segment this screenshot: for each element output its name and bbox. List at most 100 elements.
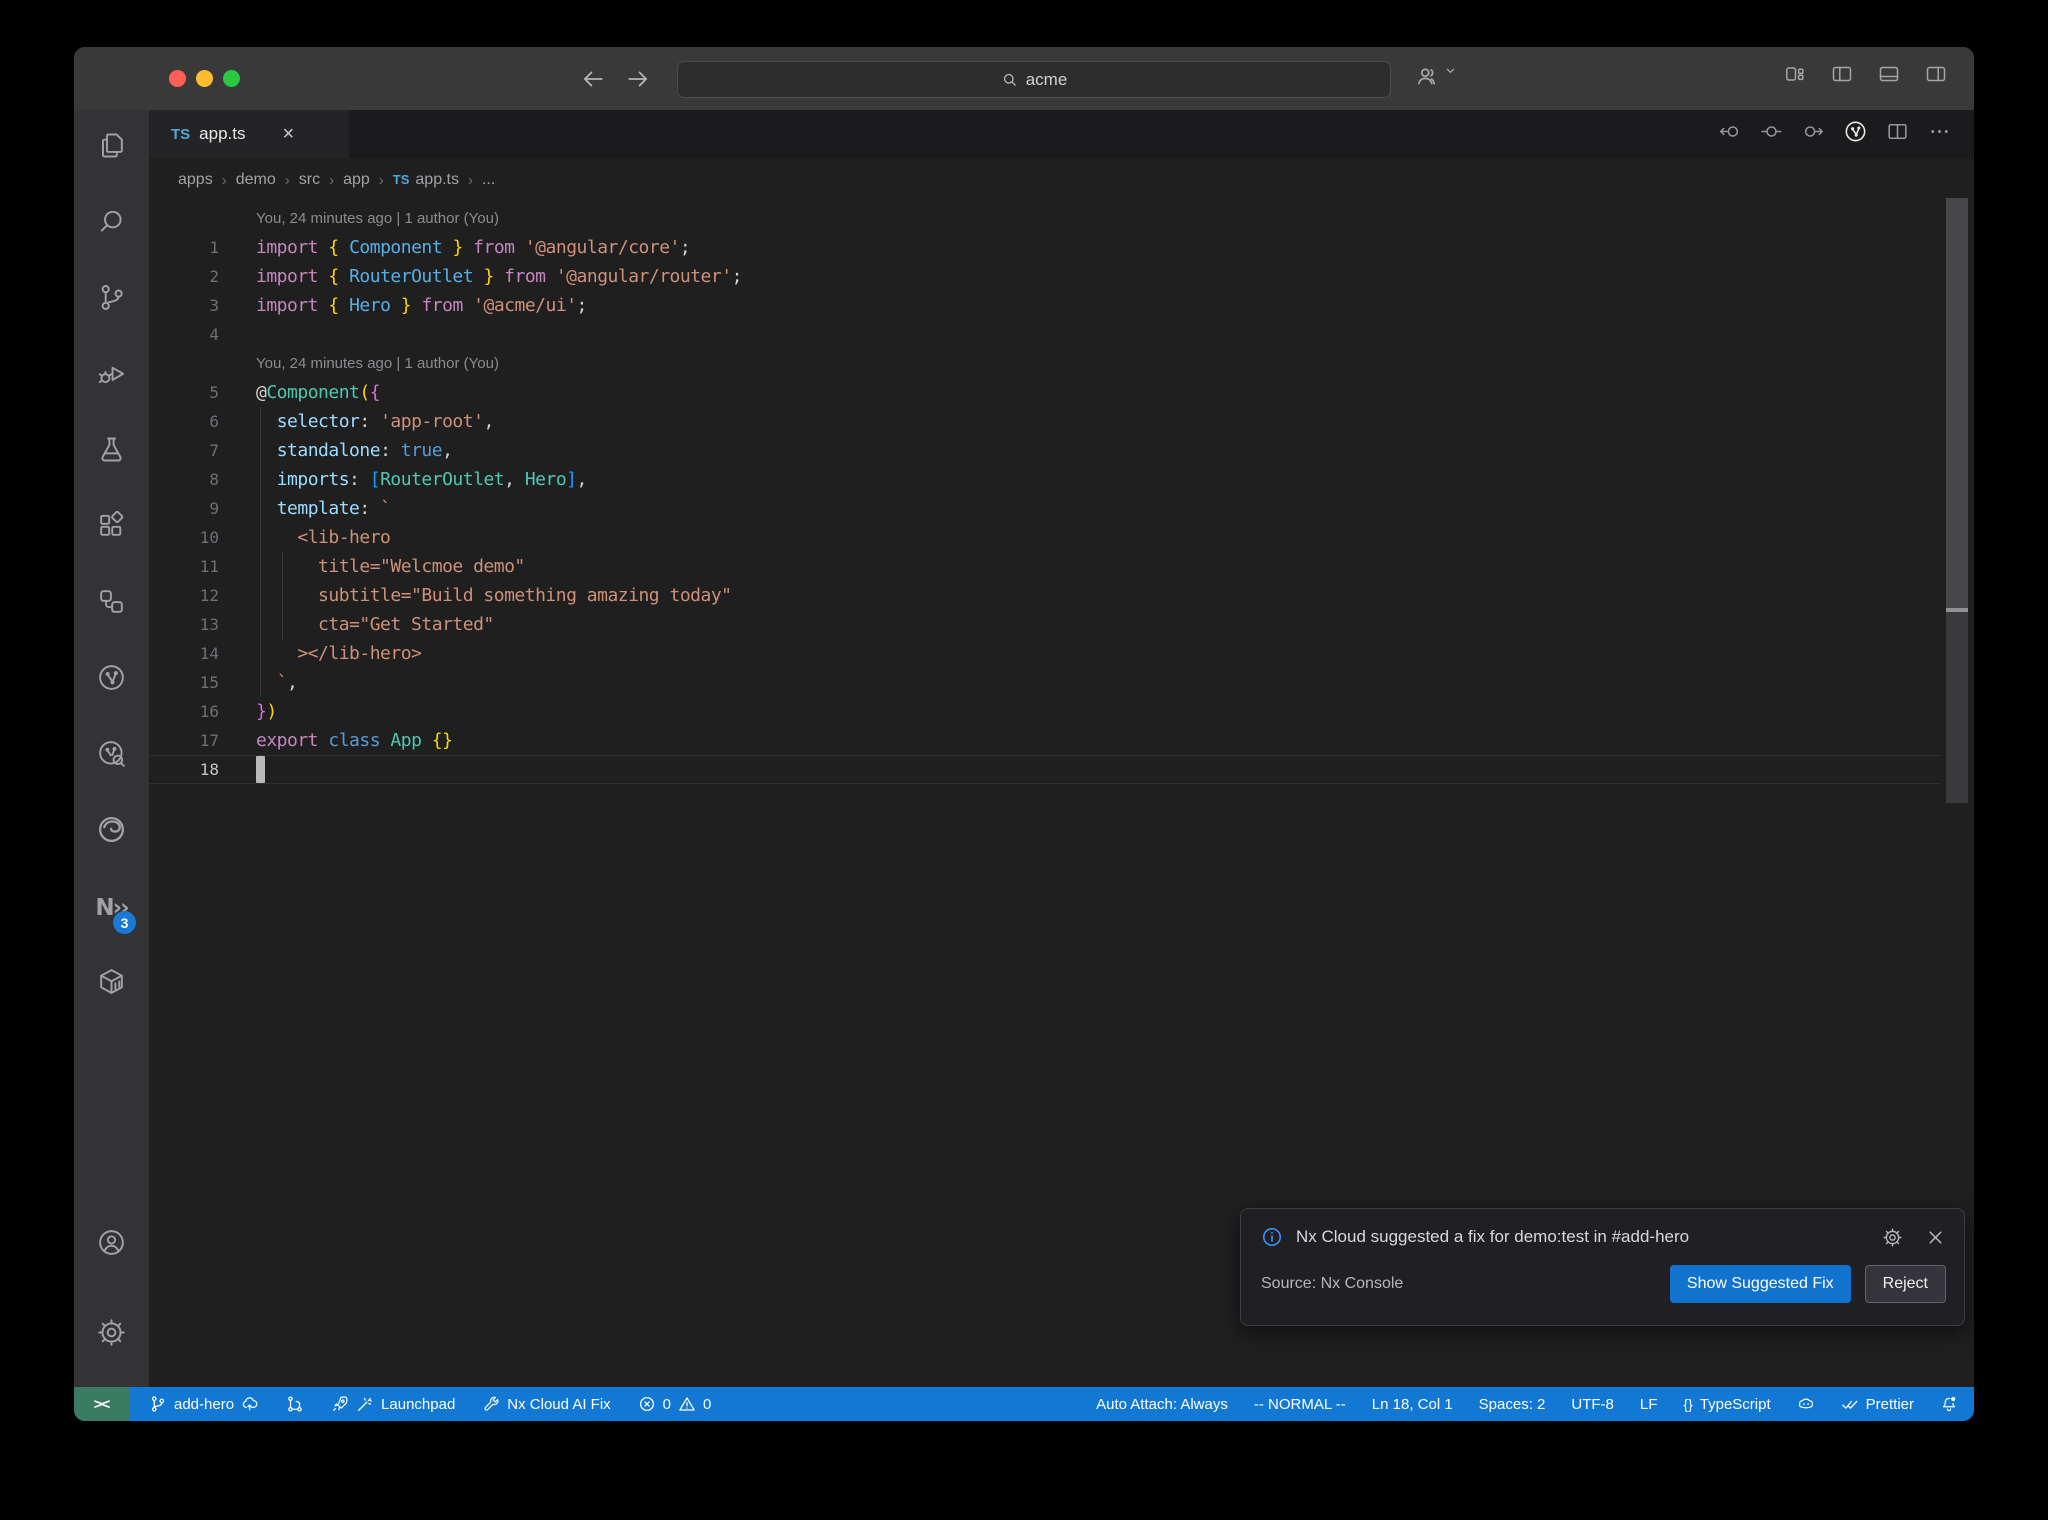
code-line-8[interactable]: 8 imports: [RouterOutlet, Hero], xyxy=(149,465,1940,494)
code-line-7[interactable]: 7 standalone: true, xyxy=(149,436,1940,465)
line-number[interactable]: 14 xyxy=(149,639,219,668)
line-number[interactable]: 12 xyxy=(149,581,219,610)
line-number[interactable]: 2 xyxy=(149,262,219,291)
code-line-18[interactable]: 18 xyxy=(149,755,1940,784)
status-indentation[interactable]: Spaces: 2 xyxy=(1479,1396,1546,1413)
status-nx-cloud-ai-fix[interactable]: Nx Cloud AI Fix xyxy=(482,1395,611,1413)
editor-scrollbar[interactable] xyxy=(1946,158,1968,1387)
code-line-5[interactable]: 5 @Component({ xyxy=(149,378,1940,407)
nav-back-icon[interactable] xyxy=(1717,119,1742,149)
code-line-11[interactable]: 11 title="Welcmoe demo" xyxy=(149,552,1940,581)
status-git-branch[interactable]: add-hero xyxy=(149,1395,259,1413)
nav-forward-icon[interactable] xyxy=(1801,119,1826,149)
code-line-13[interactable]: 13 cta="Get Started" xyxy=(149,610,1940,639)
breadcrumb-item-apps[interactable]: apps xyxy=(178,171,213,189)
line-number[interactable]: 4 xyxy=(149,320,219,349)
line-number[interactable]: 6 xyxy=(149,407,219,436)
toggle-panel-left-icon[interactable] xyxy=(1830,62,1854,86)
git-blame-annotation: You, 24 minutes ago | 1 author (You) xyxy=(149,349,1940,378)
line-number[interactable]: 15 xyxy=(149,668,219,697)
status-cursor-position[interactable]: Ln 18, Col 1 xyxy=(1372,1396,1453,1413)
reject-button[interactable]: Reject xyxy=(1864,1265,1946,1303)
activity-item-explorer[interactable] xyxy=(74,110,149,186)
status-encoding[interactable]: UTF-8 xyxy=(1571,1396,1614,1413)
more-actions-icon[interactable] xyxy=(1927,119,1952,149)
activity-item-testing[interactable] xyxy=(74,414,149,490)
line-number[interactable]: 3 xyxy=(149,291,219,320)
zoom-window-button[interactable] xyxy=(223,70,240,87)
line-number[interactable]: 18 xyxy=(149,755,219,784)
code-line-4[interactable]: 4 xyxy=(149,320,1940,349)
code-editor[interactable]: You, 24 minutes ago | 1 author (You) 1 imp… xyxy=(149,204,1940,784)
status-problems[interactable]: 00 xyxy=(638,1395,711,1413)
breadcrumb-item-demo[interactable]: demo xyxy=(236,171,276,189)
status-language-mode[interactable]: {} TypeScript xyxy=(1683,1396,1770,1413)
code-line-2[interactable]: 2 import { RouterOutlet } from '@angular/… xyxy=(149,262,1940,291)
line-number[interactable]: 7 xyxy=(149,436,219,465)
activity-item-run-debug[interactable] xyxy=(74,338,149,414)
activity-item-nx-project-search[interactable] xyxy=(74,718,149,794)
line-number[interactable]: 17 xyxy=(149,726,219,755)
close-window-button[interactable] xyxy=(169,70,186,87)
scrollbar-thumb[interactable] xyxy=(1946,198,1968,608)
code-line-6[interactable]: 6 selector: 'app-root', xyxy=(149,407,1940,436)
nav-current-icon[interactable] xyxy=(1759,119,1784,149)
breadcrumb-item-app[interactable]: app xyxy=(343,171,370,189)
status-git-graph[interactable] xyxy=(286,1395,304,1413)
history-forward-button[interactable] xyxy=(625,66,651,92)
line-number[interactable]: 10 xyxy=(149,523,219,552)
code-line-9[interactable]: 9 template: ` xyxy=(149,494,1940,523)
activity-item-nx-console[interactable]: N›› 3 xyxy=(74,870,149,946)
toggle-panel-bottom-icon[interactable] xyxy=(1877,62,1901,86)
split-editor-icon[interactable] xyxy=(1885,119,1910,149)
activity-item-nx-project-graph[interactable] xyxy=(74,642,149,718)
activity-item-accounts[interactable] xyxy=(74,1207,149,1283)
code-line-17[interactable]: 17 export class App {} xyxy=(149,726,1940,755)
status-auto-attach[interactable]: Auto Attach: Always xyxy=(1096,1396,1228,1413)
code-line-10[interactable]: 10 <lib-hero xyxy=(149,523,1940,552)
status-eol[interactable]: LF xyxy=(1640,1396,1658,1413)
code-line-15[interactable]: 15 `, xyxy=(149,668,1940,697)
scrollbar-thumb-lower[interactable] xyxy=(1946,612,1968,803)
line-number[interactable]: 11 xyxy=(149,552,219,581)
toggle-panel-right-icon[interactable] xyxy=(1924,62,1948,86)
activity-item-search[interactable] xyxy=(74,186,149,262)
line-number[interactable]: 9 xyxy=(149,494,219,523)
notification-close-icon[interactable] xyxy=(1925,1227,1946,1248)
customize-layout-icon[interactable] xyxy=(1783,62,1807,86)
breadcrumb-item-[interactable]: ... xyxy=(482,171,495,189)
line-number[interactable]: 1 xyxy=(149,233,219,262)
nx-graph-icon[interactable] xyxy=(1843,119,1868,149)
close-tab-icon[interactable]: × xyxy=(282,124,294,144)
notification-settings-gear-icon[interactable] xyxy=(1882,1227,1903,1248)
line-number[interactable]: 16 xyxy=(149,697,219,726)
code-line-14[interactable]: 14 ></lib-hero> xyxy=(149,639,1940,668)
show-suggested-fix-button[interactable]: Show Suggested Fix xyxy=(1669,1265,1851,1303)
status-formatter[interactable]: Prettier xyxy=(1841,1395,1914,1413)
status-copilot[interactable] xyxy=(1797,1395,1815,1413)
breadcrumb-item-appts[interactable]: TS app.ts xyxy=(393,171,459,189)
code-line-12[interactable]: 12 subtitle="Build something amazing tod… xyxy=(149,581,1940,610)
code-line-1[interactable]: 1 import { Component } from '@angular/cor… xyxy=(149,233,1940,262)
activity-item-extensions[interactable] xyxy=(74,490,149,566)
line-number[interactable]: 5 xyxy=(149,378,219,407)
minimize-window-button[interactable] xyxy=(196,70,213,87)
line-number[interactable]: 8 xyxy=(149,465,219,494)
command-center-search[interactable]: acme xyxy=(677,61,1391,98)
remote-indicator[interactable]: >< xyxy=(74,1387,129,1421)
activity-item-edge-browser[interactable] xyxy=(74,794,149,870)
status-vim-mode[interactable]: -- NORMAL -- xyxy=(1254,1396,1346,1413)
profile-switcher[interactable] xyxy=(1415,63,1469,89)
activity-item-containers[interactable] xyxy=(74,946,149,1022)
activity-item-settings[interactable] xyxy=(74,1297,149,1373)
status-launchpad[interactable]: Launchpad xyxy=(331,1395,455,1413)
code-line-3[interactable]: 3 import { Hero } from '@acme/ui'; xyxy=(149,291,1940,320)
tab-app-ts[interactable]: TS app.ts × xyxy=(149,110,349,158)
activity-item-source-control[interactable] xyxy=(74,262,149,338)
breadcrumb-item-src[interactable]: src xyxy=(299,171,320,189)
history-back-button[interactable] xyxy=(580,66,606,92)
activity-item-project-structure[interactable] xyxy=(74,566,149,642)
code-line-16[interactable]: 16}) xyxy=(149,697,1940,726)
line-number[interactable]: 13 xyxy=(149,610,219,639)
status-notifications-bell[interactable] xyxy=(1940,1395,1958,1413)
